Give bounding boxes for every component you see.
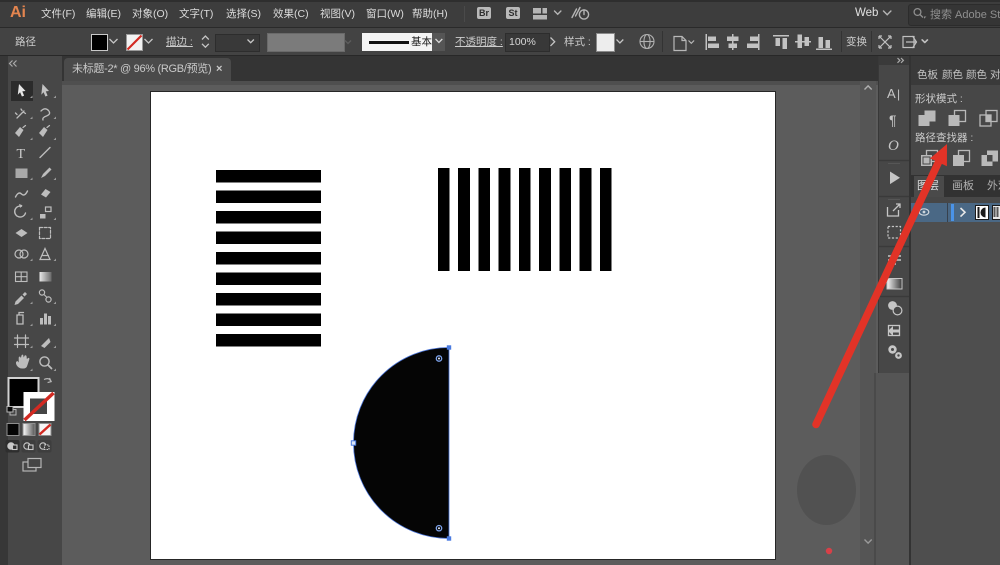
svg-text:A: A — [887, 86, 896, 101]
svg-text:|: | — [897, 87, 900, 101]
svg-text:O: O — [888, 138, 899, 154]
svg-text:¶: ¶ — [889, 112, 897, 128]
svg-text:T: T — [17, 147, 26, 162]
